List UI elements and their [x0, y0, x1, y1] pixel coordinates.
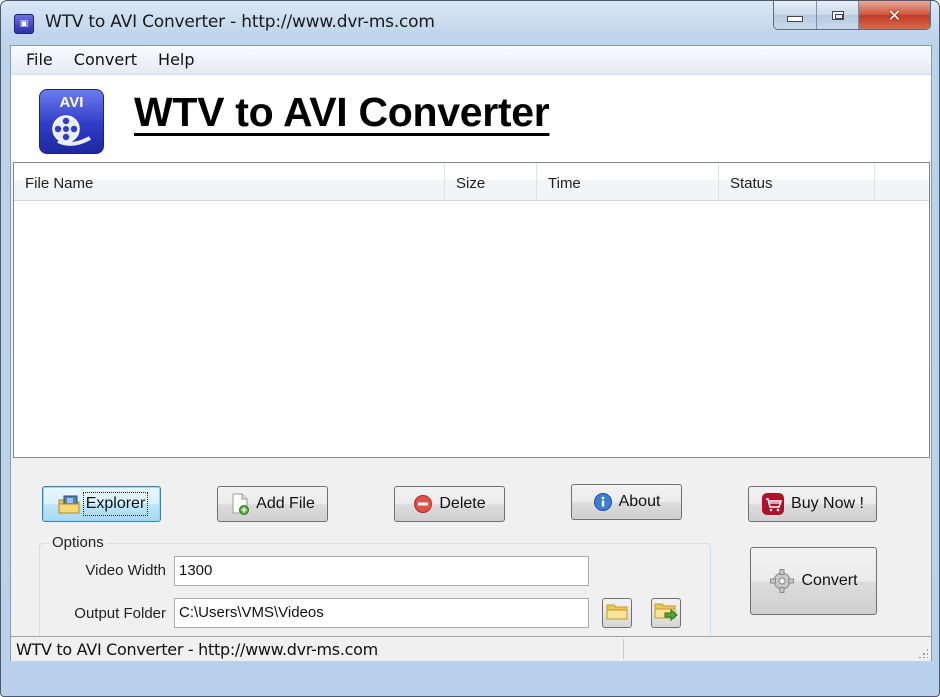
output-folder-input[interactable]: C:\Users\VMS\Videos — [174, 598, 589, 628]
delete-button-label: Delete — [439, 495, 486, 512]
about-button-label: About — [618, 493, 661, 510]
app-window: ▣ WTV to AVI Converter - http://www.dvr-… — [0, 0, 940, 697]
convert-button-label: Convert — [801, 572, 858, 589]
buy-now-button-label: Buy Now ! — [791, 495, 864, 512]
title-bar[interactable]: ▣ WTV to AVI Converter - http://www.dvr-… — [1, 1, 939, 45]
video-width-input[interactable]: 1300 — [174, 556, 589, 586]
minimize-button[interactable] — [774, 1, 817, 29]
status-separator — [623, 639, 624, 659]
info-icon — [593, 492, 613, 512]
film-reel-icon — [52, 115, 91, 146]
folder-icon — [606, 602, 628, 624]
options-legend: Options — [49, 534, 107, 551]
add-file-icon — [230, 493, 250, 515]
browse-folder-button[interactable] — [602, 598, 632, 628]
column-header-empty[interactable] — [875, 163, 929, 200]
banner-title: WTV to AVI Converter — [134, 89, 550, 135]
window-title: WTV to AVI Converter - http://www.dvr-ms… — [45, 12, 435, 32]
about-button[interactable]: About — [571, 484, 682, 520]
open-output-folder-button[interactable] — [651, 598, 681, 628]
window-controls: ✕ — [773, 1, 931, 30]
maximize-button[interactable] — [817, 1, 859, 29]
menu-convert[interactable]: Convert — [67, 46, 144, 74]
open-folder-icon — [654, 601, 678, 625]
delete-icon — [413, 494, 433, 514]
add-file-button[interactable]: Add File — [217, 486, 328, 522]
logo-text: AVI — [59, 94, 84, 111]
explorer-button-label: Explorer — [82, 492, 149, 516]
column-header-file-name[interactable]: File Name — [14, 163, 445, 200]
menu-file[interactable]: File — [19, 46, 60, 74]
gear-icon — [769, 568, 795, 594]
delete-button[interactable]: Delete — [394, 486, 505, 522]
minimize-icon — [787, 16, 803, 22]
cart-icon — [761, 492, 785, 516]
column-header-size[interactable]: Size — [445, 163, 537, 200]
maximize-icon — [831, 10, 844, 20]
file-list[interactable]: File Name Size Time Status — [13, 162, 930, 458]
convert-button[interactable]: Convert — [750, 547, 877, 615]
video-app-icon[interactable]: ▣ — [14, 14, 34, 34]
column-header-time[interactable]: Time — [537, 163, 719, 200]
client-area: File Convert Help AVI WTV to AVI Convert… — [10, 45, 932, 661]
explorer-folder-icon — [58, 494, 80, 514]
add-file-button-label: Add File — [256, 495, 315, 512]
file-list-header: File Name Size Time Status — [14, 163, 929, 201]
output-folder-label: Output Folder — [74, 605, 166, 622]
status-bar: WTV to AVI Converter - http://www.dvr-ms… — [11, 636, 931, 661]
close-button[interactable]: ✕ — [859, 1, 930, 29]
close-icon: ✕ — [887, 5, 902, 25]
resize-grip[interactable] — [918, 648, 928, 658]
menu-help[interactable]: Help — [151, 46, 201, 74]
header-banner: AVI WTV to AVI Converter — [11, 75, 931, 162]
status-text: WTV to AVI Converter - http://www.dvr-ms… — [16, 640, 378, 659]
column-header-status[interactable]: Status — [719, 163, 875, 200]
menu-bar: File Convert Help — [11, 46, 931, 75]
video-width-label: Video Width — [85, 562, 166, 579]
avi-logo: AVI — [39, 89, 104, 154]
buy-now-button[interactable]: Buy Now ! — [748, 486, 877, 522]
explorer-button[interactable]: Explorer — [42, 486, 161, 522]
